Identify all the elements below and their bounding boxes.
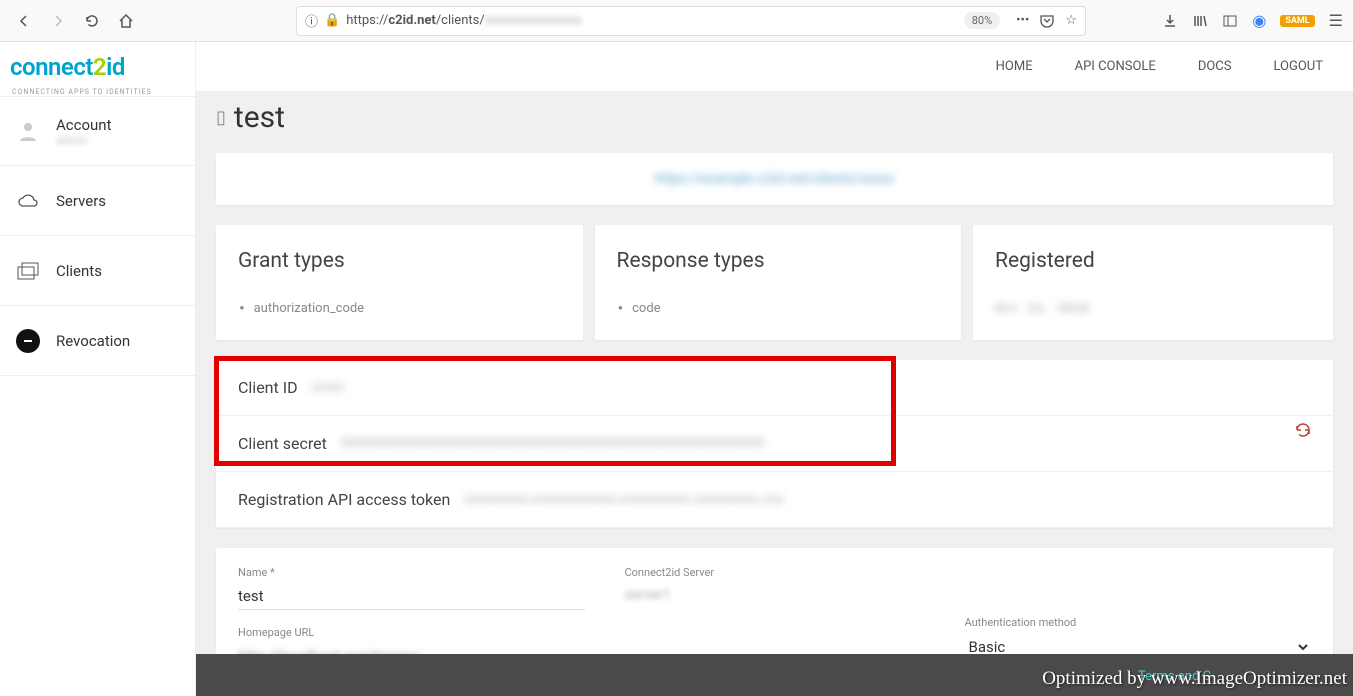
server-value: server1	[625, 583, 925, 607]
client-id-label: Client ID	[238, 378, 298, 397]
server-label: Connect2id Server	[625, 566, 925, 579]
sidebar-item-revocation[interactable]: Revocation	[0, 306, 195, 376]
watermark: Optimized by www.ImageOptimizer.net	[1042, 668, 1347, 690]
sidebar-item-servers[interactable]: Servers	[0, 166, 195, 236]
card-value: Oct 14, 2019	[995, 301, 1311, 316]
name-label: Name *	[238, 566, 585, 579]
home-button[interactable]	[112, 7, 140, 35]
card-title: Response types	[617, 249, 940, 273]
more-icon[interactable]: •••	[1016, 13, 1029, 28]
registration-token-value: xxxxxxxxxx.xxxxxxxxxxxxx.xxxxxxxxxxx.xxx…	[464, 492, 783, 507]
url-text: https://c2id.net/clients/xxxxxxxxxxxxxxx	[346, 13, 958, 28]
nav-logout[interactable]: LOGOUT	[1273, 59, 1323, 74]
url-bar[interactable]: ⓘ 🔒 https://c2id.net/clients/xxxxxxxxxxx…	[296, 6, 1086, 36]
card-title: Registered	[995, 249, 1311, 273]
homepage-label: Homepage URL	[238, 626, 585, 639]
main-content: HOME API CONSOLE DOCS LOGOUT ▯ test http…	[196, 42, 1353, 696]
reload-button[interactable]	[78, 7, 106, 35]
forward-button[interactable]	[44, 7, 72, 35]
auth-method-label: Authentication method	[965, 616, 1312, 629]
card-value: • code	[617, 301, 940, 316]
sidebar-item-label: Account	[56, 116, 112, 134]
sidebar-item-clients[interactable]: Clients	[0, 236, 195, 306]
nav-docs[interactable]: DOCS	[1198, 59, 1232, 74]
sidebar: connect2id CONNECTING APPS TO IDENTITIES…	[0, 42, 196, 696]
lock-icon: 🔒	[324, 13, 340, 28]
menu-icon[interactable]: ☰	[1329, 11, 1343, 30]
card-grant-types: Grant types • authorization_code	[216, 225, 583, 340]
card-value: • authorization_code	[238, 301, 561, 316]
client-id-value: xxxxx	[312, 380, 344, 395]
page-title: ▯ test	[196, 92, 1353, 153]
extension-icon[interactable]: ◉	[1252, 11, 1266, 30]
info-icon: ⓘ	[305, 11, 318, 30]
card-response-types: Response types • code	[595, 225, 962, 340]
revocation-icon	[16, 329, 40, 353]
browser-toolbar: ⓘ 🔒 https://c2id.net/clients/xxxxxxxxxxx…	[0, 0, 1353, 42]
page-title-text: test	[234, 100, 285, 135]
registration-token-row: Registration API access token xxxxxxxxxx…	[216, 472, 1333, 528]
nav-home[interactable]: HOME	[996, 59, 1033, 74]
registration-token-label: Registration API access token	[238, 490, 450, 509]
sidebar-item-account[interactable]: Account admin	[0, 96, 195, 166]
cloud-icon	[16, 189, 40, 213]
name-input[interactable]	[238, 583, 585, 610]
back-button[interactable]	[10, 7, 38, 35]
pocket-icon[interactable]	[1039, 13, 1055, 29]
star-icon[interactable]: ☆	[1065, 13, 1077, 28]
sidebar-item-label: Revocation	[56, 332, 130, 350]
refresh-secret-button[interactable]	[1293, 420, 1313, 440]
client-icon: ▯	[216, 107, 226, 128]
library-icon[interactable]	[1192, 13, 1208, 29]
client-secret-value: XXXXXXXXXXXXXXXXXXXXXXXXXXXXXXXXXXXXXXXX…	[341, 436, 765, 451]
card-title: Grant types	[238, 249, 561, 273]
client-secret-row: Client secret XXXXXXXXXXXXXXXXXXXXXXXXXX…	[216, 416, 1333, 472]
banner-text: https://example.c2id.net/clients/xxxxx	[655, 171, 894, 187]
client-secret-label: Client secret	[238, 434, 327, 453]
logo[interactable]: connect2id	[0, 42, 195, 92]
top-nav: HOME API CONSOLE DOCS LOGOUT	[196, 42, 1353, 92]
logo-tagline: CONNECTING APPS TO IDENTITIES	[0, 88, 195, 96]
clients-icon	[16, 259, 40, 283]
credentials-card: Client ID xxxxx Client secret XXXXXXXXXX…	[216, 360, 1333, 528]
user-icon	[16, 119, 40, 143]
client-id-row: Client ID xxxxx	[216, 360, 1333, 416]
download-icon[interactable]	[1162, 13, 1178, 29]
card-registered: Registered Oct 14, 2019	[973, 225, 1333, 340]
zoom-indicator[interactable]: 80%	[964, 12, 1000, 29]
sidebar-item-label: Clients	[56, 262, 102, 280]
sidebar-item-label: Servers	[56, 192, 106, 210]
sidebar-account-sub: admin	[56, 134, 112, 147]
extension-badge[interactable]: SAML	[1280, 15, 1314, 27]
sidebar-icon[interactable]	[1222, 13, 1238, 29]
info-banner: https://example.c2id.net/clients/xxxxx	[216, 153, 1333, 205]
nav-api-console[interactable]: API CONSOLE	[1075, 59, 1156, 74]
